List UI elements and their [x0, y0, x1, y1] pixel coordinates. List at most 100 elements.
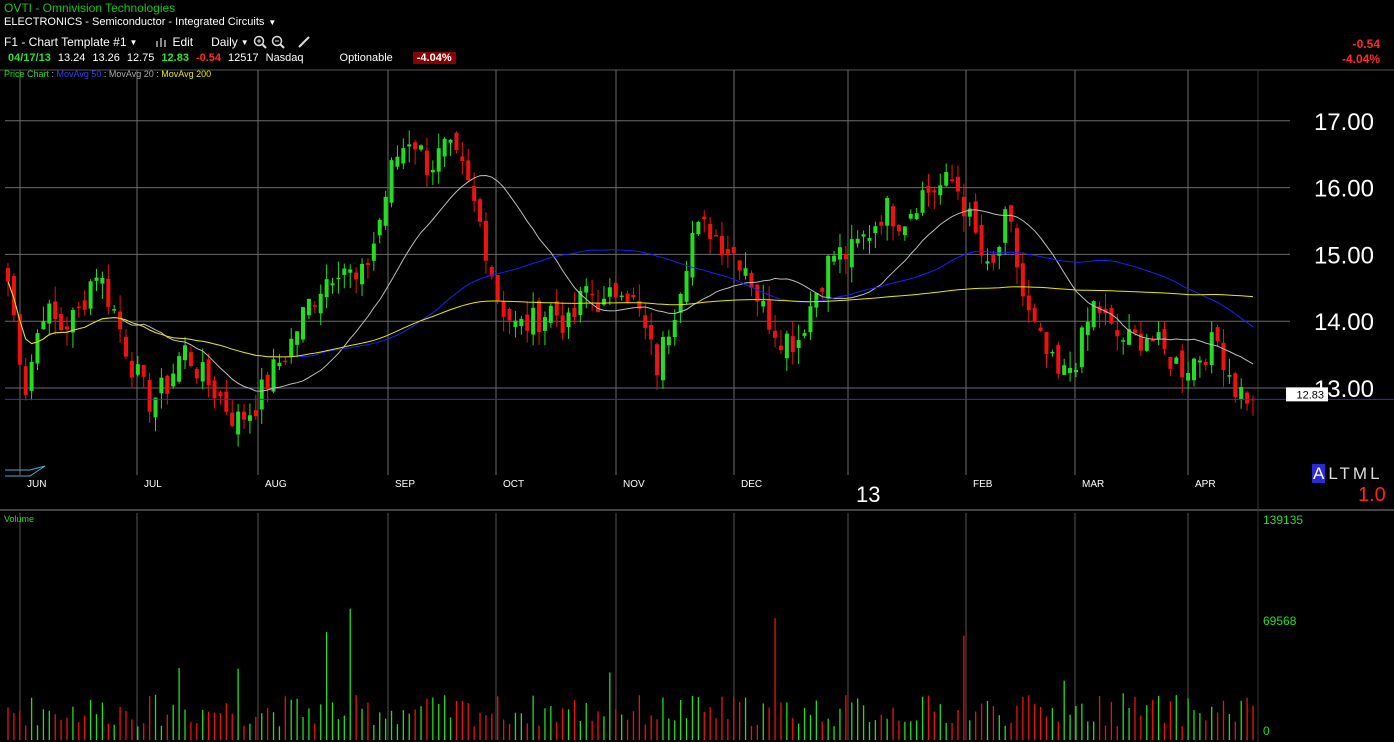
price-candle [542, 317, 547, 331]
bar-chart-icon [156, 38, 167, 47]
price-candle [708, 223, 713, 240]
price-candle [1221, 342, 1226, 371]
price-candle [76, 306, 81, 309]
price-candle [147, 380, 152, 412]
price-candle [1174, 357, 1179, 364]
month-label: JUN [27, 479, 46, 490]
price-candle [796, 339, 801, 349]
price-candle [879, 221, 884, 226]
legend-price[interactable]: Price Chart [4, 69, 49, 79]
price-candle [247, 415, 252, 421]
price-candle [702, 216, 707, 220]
quote-date: 04/17/13 [8, 52, 51, 64]
zoom-in-button[interactable] [253, 35, 267, 49]
price-candle [1026, 295, 1031, 311]
price-candle [1227, 375, 1232, 377]
price-candle [206, 359, 211, 386]
price-candle [183, 345, 188, 361]
year-label: 13 [856, 482, 880, 507]
legend-ma200[interactable]: MovAvg 200 [161, 69, 211, 79]
price-candle [537, 300, 542, 333]
sector-label: ELECTRONICS - Semiconductor - Integrated… [4, 16, 265, 28]
price-candle [112, 309, 117, 311]
sector-dropdown[interactable]: ELECTRONICS - Semiconductor - Integrated… [4, 16, 276, 28]
price-candle [330, 283, 335, 286]
price-candle [401, 148, 406, 164]
price-candle [82, 300, 87, 310]
price-candle [631, 294, 636, 298]
price-candle [926, 185, 931, 193]
indicator-legend: Price Chart : MovAvg 50 : MovAvg 20 : Mo… [4, 69, 211, 79]
price-candle [253, 410, 258, 417]
price-candle [65, 326, 70, 330]
edit-button[interactable]: Edit [155, 35, 193, 49]
period-dropdown[interactable]: Daily ▼ [211, 35, 249, 49]
price-candle [625, 293, 630, 303]
price-candle [1050, 351, 1055, 354]
price-candle [424, 150, 429, 175]
price-candle [908, 213, 913, 219]
price-candle [1038, 327, 1043, 331]
price-candle [896, 225, 901, 232]
price-candle [643, 315, 648, 328]
price-candle [436, 148, 441, 172]
price-candle [460, 156, 465, 162]
price-candle [59, 313, 64, 331]
legend-sep: : [49, 69, 57, 79]
price-candle [731, 246, 736, 254]
price-candle [413, 142, 418, 150]
right-change-box: -0.54 -4.04% [1342, 37, 1380, 67]
price-candle [324, 279, 329, 298]
legend-ma50[interactable]: MovAvg 50 [57, 69, 102, 79]
quote-last: 12.83 [161, 52, 189, 64]
price-candle [773, 330, 778, 338]
price-candle [767, 300, 772, 330]
template-dropdown[interactable]: F1 - Chart Template #1 ▼ [4, 35, 137, 49]
zoom-out-button[interactable] [271, 35, 285, 49]
price-candle [1180, 350, 1185, 378]
price-candle [1245, 392, 1250, 404]
price-candle [944, 172, 949, 186]
price-candle [35, 333, 40, 364]
price-candle [271, 359, 276, 392]
price-candle [725, 248, 730, 256]
price-candle [177, 356, 182, 382]
quote-low: 12.75 [126, 52, 155, 64]
edit-label: Edit [172, 35, 194, 49]
month-label: OCT [503, 479, 524, 490]
quote-bar: 04/17/13 13.24 13.26 12.75 12.83 -0.54 1… [8, 52, 456, 64]
price-candle [755, 284, 760, 302]
legend-ma20[interactable]: MovAvg 20 [109, 69, 154, 79]
price-candle [826, 255, 831, 299]
price-candle [861, 234, 866, 237]
chart-area[interactable]: 17.0016.0015.0014.0013.00JUN JUL AUG SEP OCT… [0, 0, 1394, 742]
price-candle [802, 333, 807, 336]
price-candle [973, 201, 978, 233]
quote-volume: 12517 [228, 52, 259, 64]
price-candle [790, 336, 795, 353]
optionable-label: Optionable [339, 52, 393, 64]
price-candle [448, 139, 453, 143]
price-candle [395, 156, 400, 167]
price-candle [719, 235, 724, 256]
price-candle [649, 324, 654, 340]
price-candle [442, 138, 447, 157]
scale-options[interactable]: LTML [1328, 464, 1382, 483]
price-candle [950, 179, 955, 182]
price-candle [613, 282, 618, 298]
price-candle [6, 268, 10, 282]
auto-scale-button[interactable]: A [1312, 464, 1326, 483]
month-label: JUL [144, 479, 162, 490]
scroll-arrow-icon[interactable] [5, 465, 46, 477]
quote-open: 13.24 [57, 52, 86, 64]
price-candle [997, 246, 1002, 256]
price-candle [843, 253, 848, 260]
draw-button[interactable] [297, 35, 311, 49]
price-candle [507, 308, 512, 321]
price-candle [200, 362, 205, 382]
price-candle [236, 411, 241, 435]
price-candle [383, 196, 388, 226]
price-candle [784, 333, 789, 359]
price-candle [124, 336, 129, 357]
price-candle [165, 375, 170, 394]
